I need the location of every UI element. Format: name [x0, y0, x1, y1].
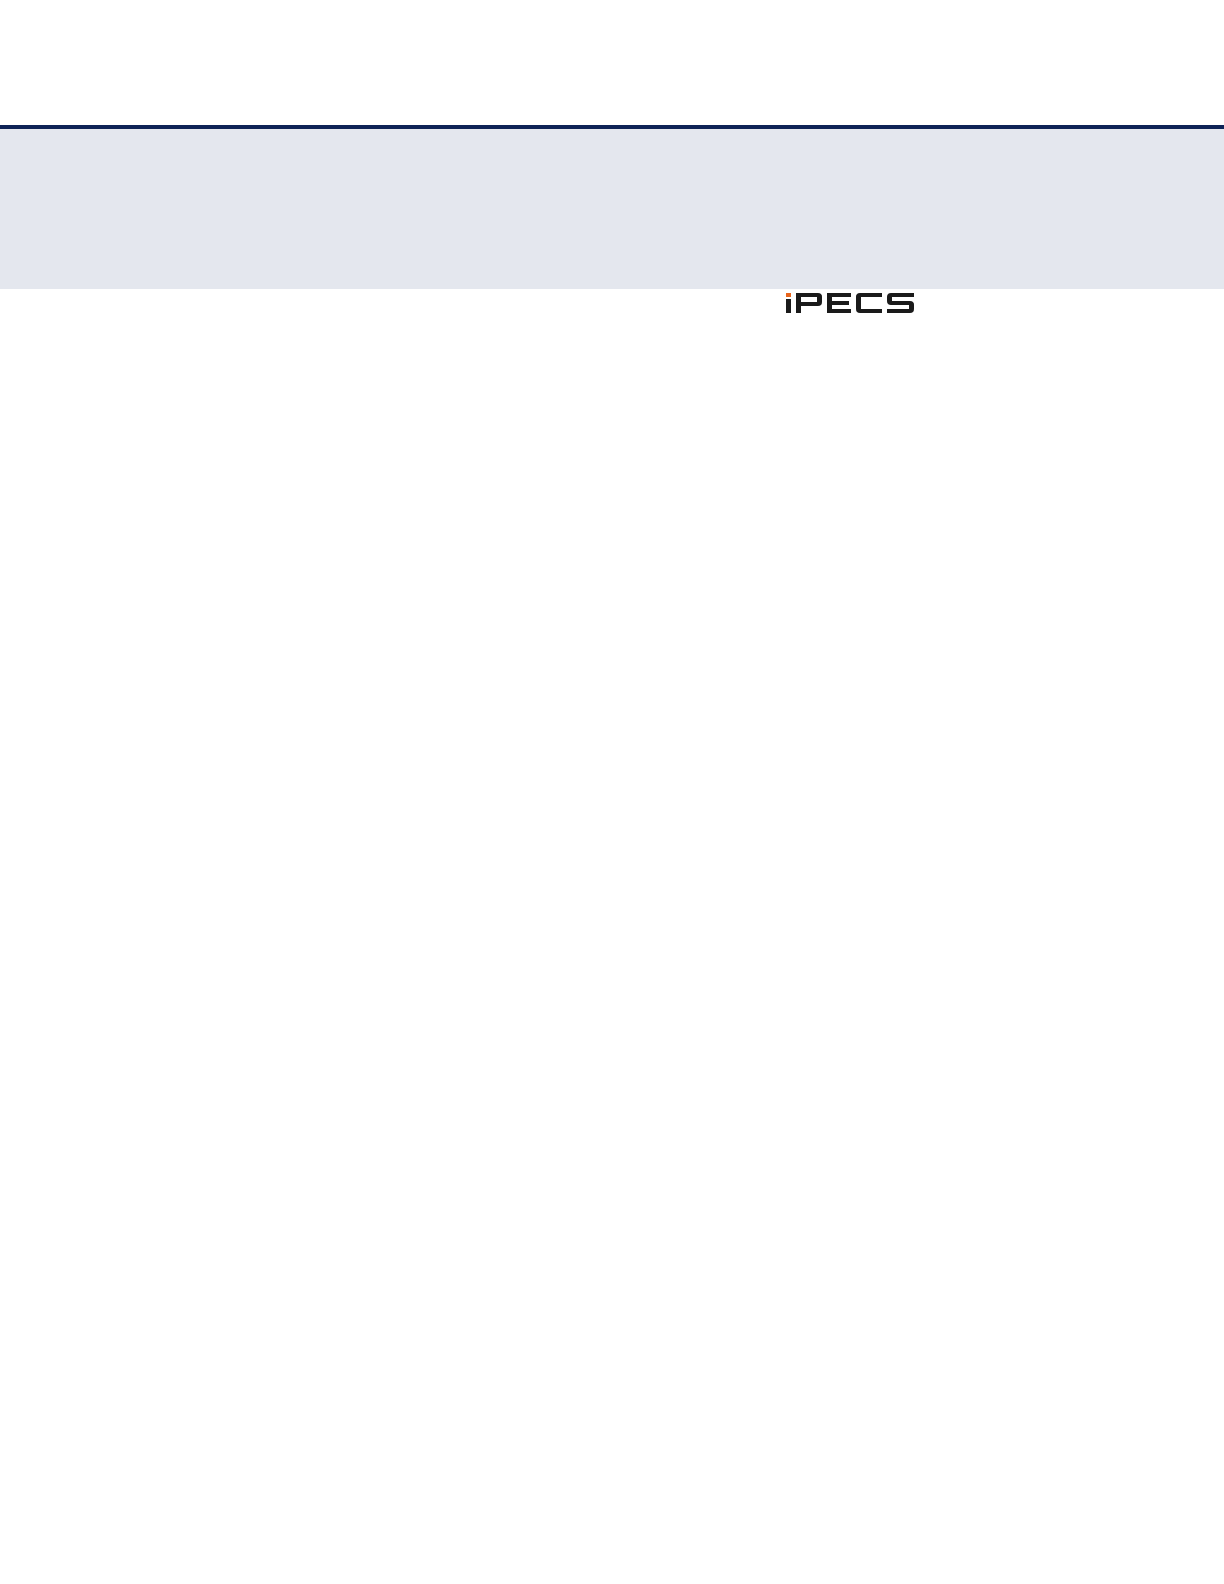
ipecs-logo-icon [786, 293, 914, 313]
header-band [0, 129, 1224, 289]
top-margin [0, 0, 1224, 125]
ipecs-logo [784, 291, 916, 315]
document-page [0, 0, 1224, 1584]
